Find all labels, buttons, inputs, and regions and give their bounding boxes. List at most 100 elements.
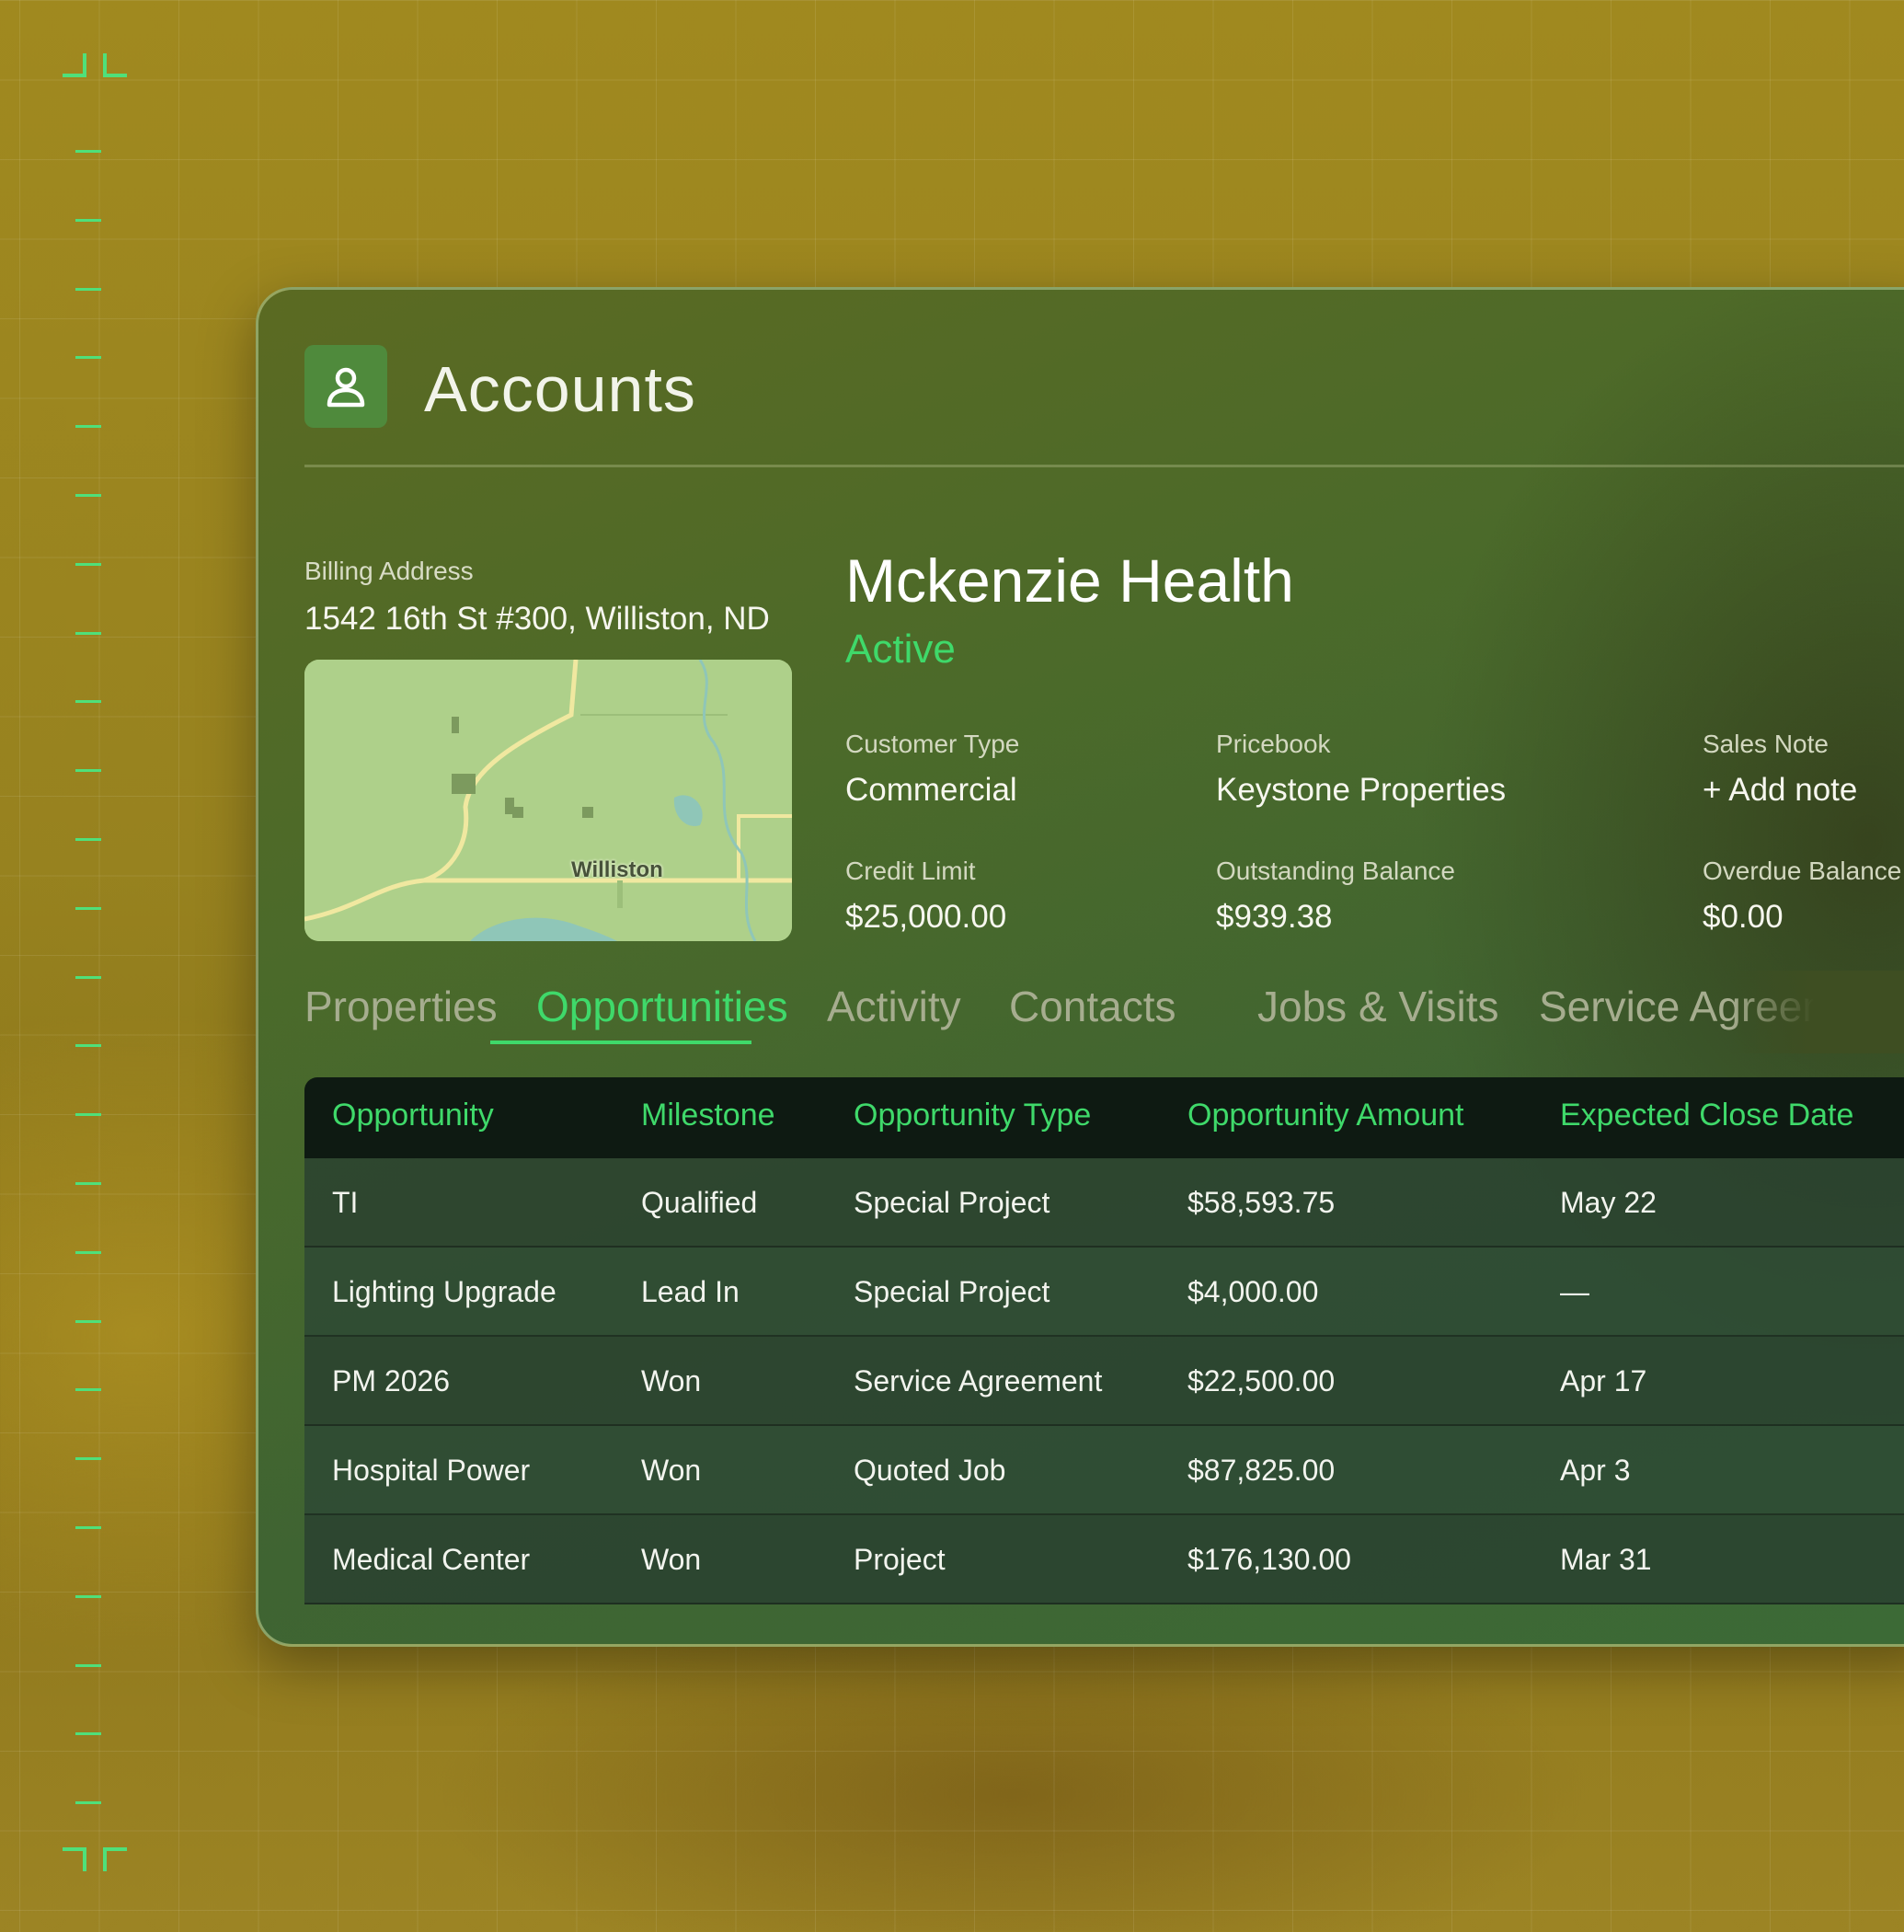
ruler-tick: [75, 1732, 101, 1736]
outstanding-balance-value: $939.38: [1216, 899, 1333, 935]
add-note-button[interactable]: + Add note: [1703, 772, 1857, 809]
cell-opportunity-type: Service Agreement: [854, 1364, 1103, 1397]
ruler-tick: [75, 700, 101, 704]
customer-type-value: Commercial: [845, 772, 1017, 808]
ruler-tick: [75, 494, 101, 497]
tab-activity[interactable]: Activity: [827, 982, 961, 1031]
crop-corner-top-left: [63, 53, 86, 77]
ruler-tick: [75, 1457, 101, 1461]
table-row[interactable]: PM 2026 Won Service Agreement $22,500.00…: [304, 1337, 1904, 1426]
tab-jobs-visits[interactable]: Jobs & Visits: [1257, 982, 1498, 1031]
ruler-tick: [75, 1044, 101, 1048]
account-panel: Accounts Billing Address 1542 16th St #3…: [256, 287, 1904, 1647]
pricebook-label: Pricebook: [1216, 730, 1331, 758]
ruler-tick: [75, 425, 101, 429]
cell-expected-close-date: —: [1560, 1275, 1589, 1308]
ruler-tick: [75, 1319, 101, 1323]
ruler-tick: [75, 631, 101, 635]
cell-opportunity-type: Quoted Job: [854, 1454, 1006, 1487]
column-header-milestone[interactable]: Milestone: [641, 1098, 775, 1133]
cell-opportunity: Hospital Power: [332, 1454, 531, 1487]
crop-corner-bottom-left: [63, 1847, 86, 1871]
table-row[interactable]: Medical Center Won Project $176,130.00 M…: [304, 1515, 1904, 1604]
cell-opportunity-amount: $87,825.00: [1187, 1454, 1336, 1487]
column-header-opportunity[interactable]: Opportunity: [332, 1098, 494, 1133]
credit-limit-label: Credit Limit: [845, 857, 976, 885]
location-map[interactable]: Williston: [304, 660, 792, 941]
account-name: Mckenzie Health: [845, 546, 1294, 615]
ruler-tick: [75, 975, 101, 979]
tabs-overflow-fade: [1730, 971, 1904, 1053]
cell-expected-close-date: Apr 17: [1560, 1364, 1647, 1397]
ruler-tick: [75, 1250, 101, 1254]
table-row[interactable]: Lighting Upgrade Lead In Special Project…: [304, 1248, 1904, 1337]
ruler-tick: [75, 356, 101, 360]
ruler: [0, 0, 147, 1932]
billing-address-label: Billing Address: [304, 557, 474, 585]
ruler-tick: [75, 1526, 101, 1529]
sales-note-label: Sales Note: [1703, 730, 1829, 758]
page-header: Accounts: [304, 345, 1904, 467]
ruler-tick: [75, 562, 101, 566]
accounts-badge: [304, 345, 387, 428]
cell-opportunity: Medical Center: [332, 1543, 531, 1576]
crop-corner-bottom-right: [103, 1847, 127, 1871]
ruler-tick: [75, 838, 101, 841]
ruler-tick: [75, 150, 101, 153]
table-row[interactable]: Hospital Power Won Quoted Job $87,825.00…: [304, 1426, 1904, 1515]
crop-corner-top-right: [103, 53, 127, 77]
column-header-opportunity-type[interactable]: Opportunity Type: [854, 1098, 1091, 1133]
cell-opportunity-amount: $4,000.00: [1187, 1275, 1319, 1308]
column-header-opportunity-amount[interactable]: Opportunity Amount: [1187, 1098, 1464, 1133]
cell-milestone: Qualified: [641, 1186, 758, 1219]
cell-opportunity-type: Project: [854, 1543, 946, 1576]
table-body: TI Qualified Special Project $58,593.75 …: [304, 1158, 1904, 1604]
ruler-tick: [75, 1594, 101, 1598]
cell-opportunity: TI: [332, 1186, 359, 1219]
ruler-tick: [75, 287, 101, 291]
page-title: Accounts: [424, 353, 696, 425]
table-header: Opportunity Milestone Opportunity Type O…: [304, 1077, 1904, 1158]
ruler-tick: [75, 1663, 101, 1667]
cell-opportunity-amount: $22,500.00: [1187, 1364, 1336, 1397]
pricebook-value: Keystone Properties: [1216, 772, 1507, 808]
billing-address-value: 1542 16th St #300, Williston, ND: [304, 601, 770, 637]
cell-expected-close-date: Apr 3: [1560, 1454, 1631, 1487]
cell-milestone: Won: [641, 1543, 702, 1576]
cell-milestone: Lead In: [641, 1275, 740, 1308]
cell-milestone: Won: [641, 1454, 702, 1487]
account-status: Active: [845, 627, 956, 672]
map-city-label: Williston: [571, 857, 663, 882]
tab-properties[interactable]: Properties: [304, 982, 498, 1031]
account-tabs: Properties Opportunities Activity Contac…: [304, 982, 1904, 1046]
cell-opportunity: Lighting Upgrade: [332, 1275, 556, 1308]
credit-limit-value: $25,000.00: [845, 899, 1007, 935]
map-graphic: [304, 660, 792, 941]
cell-opportunity-amount: $58,593.75: [1187, 1186, 1336, 1219]
ruler-tick: [75, 218, 101, 222]
cell-opportunity: PM 2026: [332, 1364, 451, 1397]
cell-expected-close-date: May 22: [1560, 1186, 1657, 1219]
ruler-tick: [75, 1182, 101, 1185]
column-header-expected-close-date[interactable]: Expected Close Date: [1560, 1098, 1853, 1133]
cell-milestone: Won: [641, 1364, 702, 1397]
ruler-tick: [75, 1801, 101, 1805]
table-row[interactable]: TI Qualified Special Project $58,593.75 …: [304, 1158, 1904, 1248]
cell-opportunity-type: Special Project: [854, 1275, 1050, 1308]
overdue-balance-label: Overdue Balance: [1703, 857, 1902, 885]
overdue-balance-value: $0.00: [1703, 899, 1784, 935]
cell-opportunity-amount: $176,130.00: [1187, 1543, 1351, 1576]
ruler-tick: [75, 1113, 101, 1117]
opportunities-table: Opportunity Milestone Opportunity Type O…: [304, 1077, 1904, 1604]
outstanding-balance-label: Outstanding Balance: [1216, 857, 1455, 885]
cell-expected-close-date: Mar 31: [1560, 1543, 1652, 1576]
tab-opportunities[interactable]: Opportunities: [536, 982, 788, 1031]
customer-type-label: Customer Type: [845, 730, 1020, 758]
active-tab-indicator: [490, 1041, 751, 1044]
cell-opportunity-type: Special Project: [854, 1186, 1050, 1219]
user-icon: [327, 367, 365, 408]
ruler-tick: [75, 906, 101, 910]
ruler-tick: [75, 1388, 101, 1392]
tab-contacts[interactable]: Contacts: [1009, 982, 1176, 1031]
ruler-tick: [75, 769, 101, 773]
